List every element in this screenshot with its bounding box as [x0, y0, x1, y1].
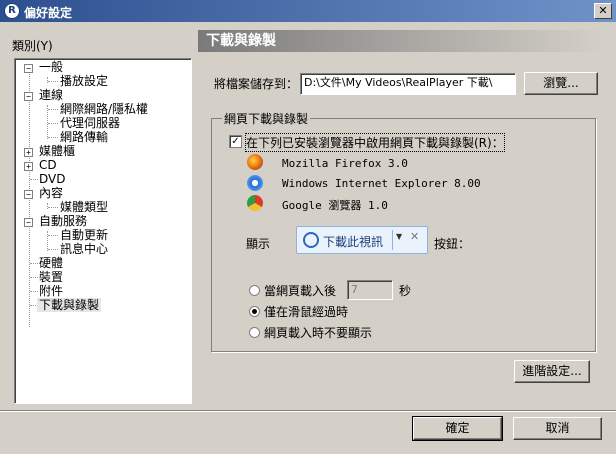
- enable-download-label[interactable]: 在下列已安裝瀏覽器中啟用網頁下載與錄製(R)：: [245, 133, 505, 152]
- realplayer-logo-icon: [303, 232, 319, 248]
- group-title: 網頁下載與錄製: [222, 110, 311, 127]
- tree-item-message-center[interactable]: 訊息中心: [60, 242, 108, 256]
- window-title: 偏好設定: [24, 6, 73, 20]
- tree-item-auto-update[interactable]: 自動更新: [60, 228, 108, 242]
- chrome-icon: [247, 195, 263, 211]
- toggle-content[interactable]: −: [24, 190, 33, 199]
- tree-item-network-transport[interactable]: 網路傳輸: [60, 130, 108, 144]
- tree-item-connection[interactable]: 連線: [39, 88, 63, 102]
- tree-item-devices[interactable]: 裝置: [39, 270, 63, 284]
- tree-item-content[interactable]: 內容: [39, 186, 63, 200]
- close-button[interactable]: ✕: [594, 3, 612, 19]
- tree-item-download-record[interactable]: 下載與錄製: [37, 298, 102, 312]
- tree-item-cd[interactable]: CD: [39, 158, 57, 172]
- ok-button[interactable]: 確定: [412, 416, 503, 441]
- download-video-button-preview: 下載此視訊 ▼ ✕: [296, 226, 428, 254]
- close-icon: ✕: [410, 230, 420, 243]
- radio-never-show[interactable]: [249, 327, 260, 338]
- divider: [392, 230, 393, 250]
- advanced-settings-button[interactable]: 進階設定...: [514, 360, 590, 383]
- after-load-label[interactable]: 當網頁載入後: [264, 282, 336, 299]
- tree-item-hardware[interactable]: 硬體: [39, 256, 63, 270]
- toggle-connection[interactable]: −: [24, 92, 33, 101]
- realplayer-icon: R: [4, 3, 20, 19]
- ie-icon: [247, 175, 263, 191]
- category-label: 類別(Y): [12, 39, 53, 53]
- show-label: 顯示: [246, 237, 271, 251]
- firefox-icon: [247, 154, 263, 170]
- button-suffix-label: 按鈕：: [434, 237, 471, 251]
- toggle-cd[interactable]: +: [24, 162, 33, 171]
- never-show-label[interactable]: 網頁載入時不要顯示: [264, 324, 372, 341]
- footer-divider: [0, 410, 616, 412]
- tree-item-auto-services[interactable]: 自動服務: [39, 214, 87, 228]
- seconds-label: 秒: [399, 284, 412, 298]
- save-to-label: 將檔案儲存到：: [214, 77, 299, 91]
- tree-item-dvd[interactable]: DVD: [39, 172, 65, 186]
- tree-item-general[interactable]: 一般: [39, 60, 63, 74]
- tree-item-playback[interactable]: 播放設定: [60, 74, 108, 88]
- delay-seconds-field[interactable]: 7: [347, 280, 393, 300]
- cancel-button[interactable]: 取消: [513, 417, 602, 440]
- enable-download-checkbox[interactable]: ✓: [229, 135, 242, 148]
- radio-after-load[interactable]: [249, 285, 260, 296]
- tree-item-accessories[interactable]: 附件: [39, 284, 63, 298]
- category-tree[interactable]: − 一般 播放設定 − 連線 網際網路/隱私權 代理伺服器 網路傳輸 + 媒體櫃…: [14, 58, 192, 404]
- dropdown-arrow-icon: ▼: [396, 232, 403, 241]
- tree-item-media-types[interactable]: 媒體類型: [60, 200, 108, 214]
- tree-item-proxy[interactable]: 代理伺服器: [60, 116, 120, 130]
- browser-ie: Windows Internet Explorer 8.00: [282, 177, 481, 190]
- hover-only-label[interactable]: 僅在滑鼠經過時: [264, 303, 348, 320]
- download-video-text: 下載此視訊: [323, 235, 384, 249]
- tree-item-internet-privacy[interactable]: 網際網路/隱私權: [60, 102, 148, 116]
- browse-button[interactable]: 瀏覽...: [524, 72, 598, 95]
- toggle-auto-services[interactable]: −: [24, 218, 33, 227]
- radio-hover-only[interactable]: [249, 306, 260, 317]
- title-bar: R 偏好設定 ✕: [0, 0, 616, 22]
- save-path-field[interactable]: D:\文件\My Videos\RealPlayer 下載\: [300, 73, 516, 95]
- toggle-media-library[interactable]: +: [24, 148, 33, 157]
- tree-item-media-library[interactable]: 媒體櫃: [39, 144, 75, 158]
- browser-chrome: Google 瀏覽器 1.0: [282, 199, 388, 212]
- panel-title: 下載與錄製: [198, 30, 604, 52]
- browser-firefox: Mozilla Firefox 3.0: [282, 157, 408, 170]
- toggle-general[interactable]: −: [24, 64, 33, 73]
